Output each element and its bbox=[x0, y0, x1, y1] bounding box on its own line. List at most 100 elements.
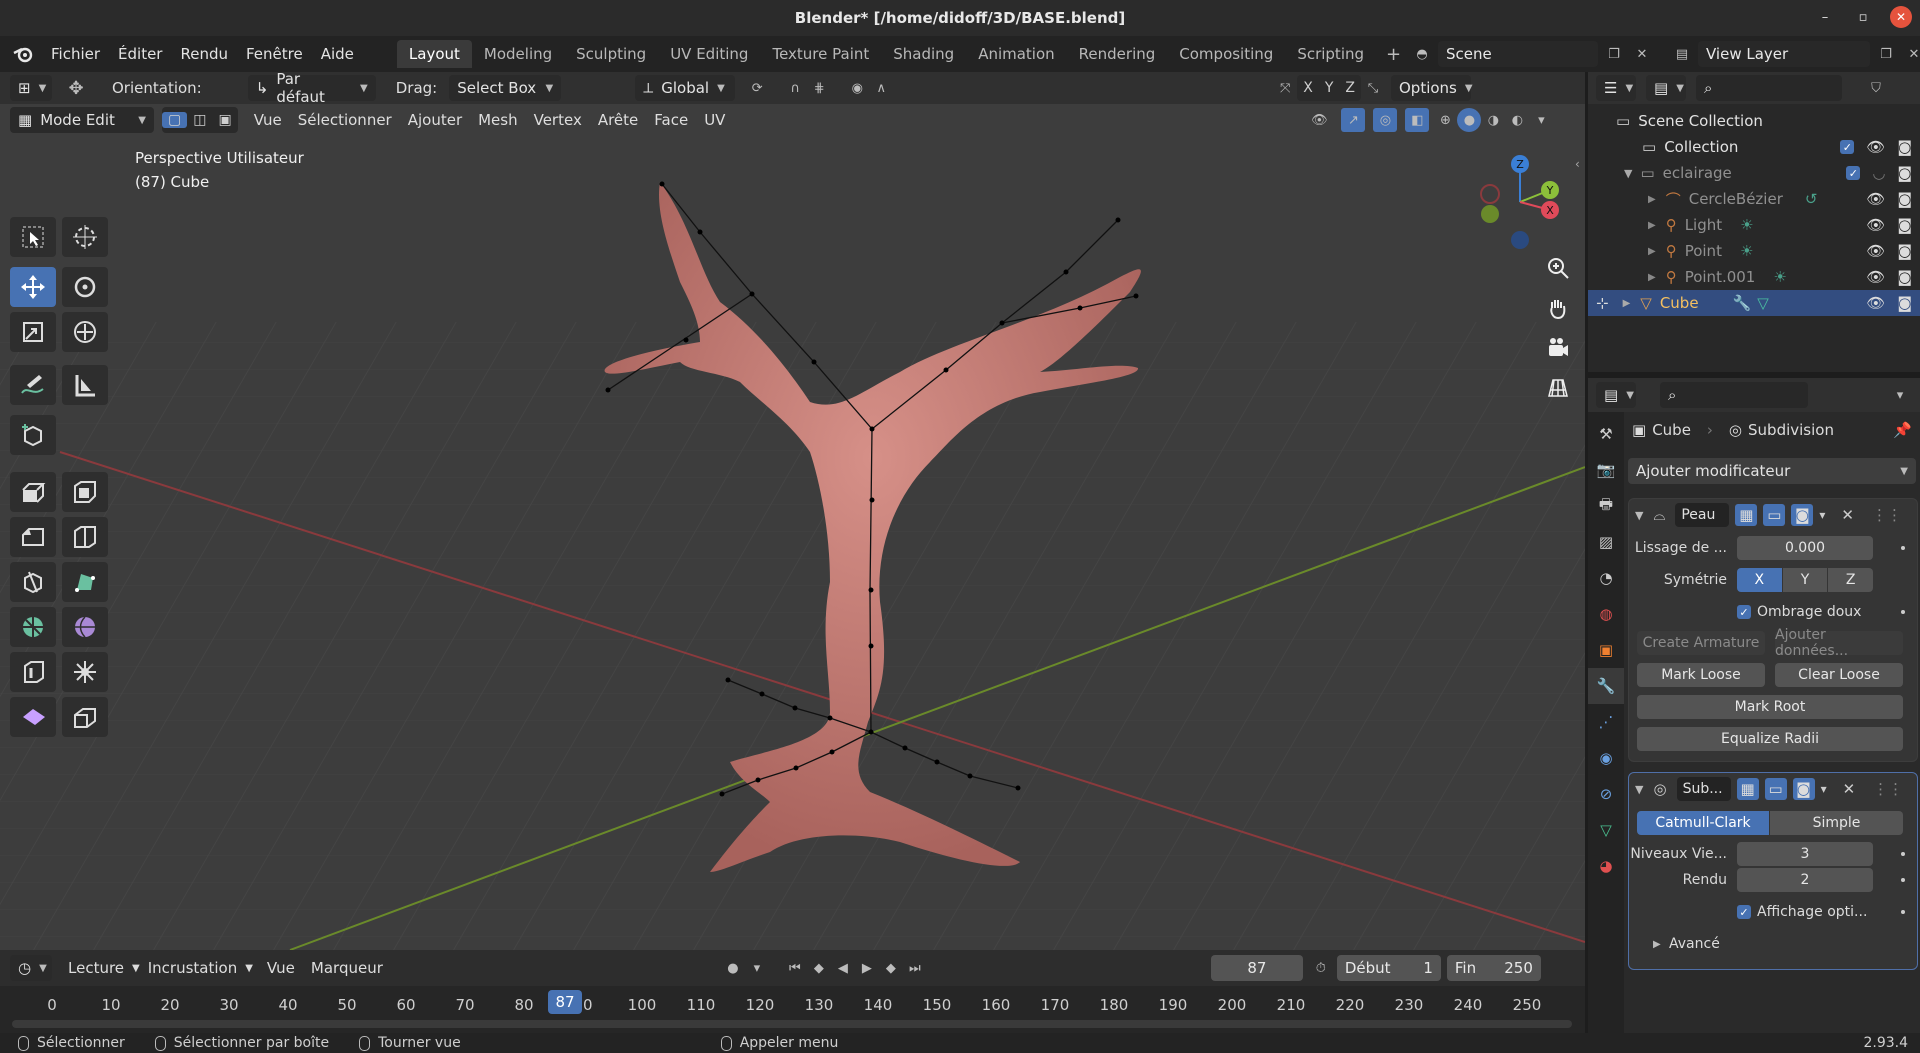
menu-mesh[interactable]: Mesh bbox=[470, 111, 526, 129]
measure-tool[interactable] bbox=[62, 365, 108, 405]
transform-tool[interactable] bbox=[62, 312, 108, 352]
menu-rendu[interactable]: Rendu bbox=[171, 45, 237, 63]
jump-end-icon[interactable]: ⏭ bbox=[903, 956, 927, 980]
outliner-search-input[interactable]: ⌕ bbox=[1696, 75, 1842, 101]
edge-select-icon[interactable]: ◫ bbox=[187, 112, 212, 128]
timeline-editor-type[interactable]: ◷ ▼ bbox=[10, 955, 52, 981]
add-modifier-dropdown[interactable]: Ajouter modificateur ▼ bbox=[1628, 458, 1916, 484]
collapse-icon[interactable]: ▼ bbox=[1635, 509, 1643, 522]
menu-arete[interactable]: Arête bbox=[590, 111, 646, 129]
edit-mode-indicator-icon[interactable]: ⊹ bbox=[1596, 294, 1609, 312]
modifier-menu-icon[interactable]: ▾ bbox=[1821, 782, 1827, 796]
scale-tool[interactable] bbox=[10, 312, 56, 352]
visibility-icon[interactable]: 👁 bbox=[1307, 108, 1331, 132]
symmetry-z-toggle[interactable]: Z bbox=[1828, 568, 1873, 592]
cursor-tool[interactable] bbox=[62, 217, 108, 257]
end-frame-field[interactable]: Fin 250 bbox=[1446, 955, 1541, 981]
blender-logo-icon[interactable] bbox=[10, 41, 36, 67]
data-tab-icon[interactable]: ▽ bbox=[1588, 812, 1624, 848]
maximize-icon[interactable]: ▫ bbox=[1852, 6, 1874, 28]
properties-search-input[interactable]: ⌕ bbox=[1660, 382, 1808, 408]
remove-scene-icon[interactable]: ✕ bbox=[1630, 42, 1654, 66]
material-tab-icon[interactable]: ◕ bbox=[1588, 848, 1624, 884]
outliner-row-light[interactable]: ▶ ⚲ Light ☀ 👁 ◙ bbox=[1588, 212, 1920, 238]
outliner-row-eclairage[interactable]: ▼ ▭ eclairage ✓ ◡ ◙ bbox=[1588, 160, 1920, 186]
expand-icon[interactable]: ▶ bbox=[1653, 939, 1661, 950]
catmull-clark-toggle[interactable]: Catmull-Clark bbox=[1637, 811, 1769, 835]
tab-texture-paint[interactable]: Texture Paint bbox=[760, 40, 881, 68]
loop-cut-tool[interactable] bbox=[62, 517, 108, 557]
eye-icon[interactable]: 👁 bbox=[1866, 294, 1885, 312]
scene-icon[interactable]: ◓ bbox=[1410, 42, 1434, 66]
menu-fenetre[interactable]: Fenêtre bbox=[237, 45, 312, 63]
xray-toggle-icon[interactable]: ◧ bbox=[1405, 108, 1430, 132]
rendered-shading-icon[interactable]: ◐ bbox=[1505, 108, 1529, 132]
render-levels-field[interactable]: 2 bbox=[1737, 868, 1873, 892]
tool-tab-icon[interactable]: ⚒ bbox=[1588, 416, 1624, 452]
equalize-radii-button[interactable]: Equalize Radii bbox=[1637, 727, 1903, 751]
stopwatch-icon[interactable]: ⏱ bbox=[1309, 956, 1333, 980]
expand-icon[interactable]: ▶ bbox=[1648, 194, 1656, 205]
falloff-icon[interactable]: ∧ bbox=[869, 76, 893, 100]
prev-keyframe-icon[interactable]: ◆ bbox=[807, 956, 831, 980]
menu-marqueur[interactable]: Marqueur bbox=[303, 959, 391, 977]
properties-editor-type[interactable]: ▤ ▼ bbox=[1596, 382, 1636, 408]
select-box-tool[interactable] bbox=[10, 217, 56, 257]
gizmo-toggle-icon[interactable]: ↗ bbox=[1341, 108, 1366, 132]
optimal-display-checkbox[interactable]: ✓ bbox=[1737, 905, 1751, 919]
smooth-field[interactable]: 0.000 bbox=[1737, 536, 1873, 560]
play-icon[interactable]: ▶ bbox=[855, 956, 879, 980]
outliner-row-point-001[interactable]: ▶ ⚲ Point.001 ☀ 👁 ◙ bbox=[1588, 264, 1920, 290]
pin-icon[interactable]: 📌 bbox=[1893, 421, 1912, 439]
modifier-menu-icon[interactable]: ▾ bbox=[1819, 508, 1825, 522]
keyframe-dot[interactable] bbox=[1901, 610, 1905, 614]
next-keyframe-icon[interactable]: ◆ bbox=[879, 956, 903, 980]
menu-incrustation[interactable]: Incrustation bbox=[140, 959, 245, 977]
sidebar-toggle-icon[interactable]: ‹ bbox=[1575, 157, 1580, 171]
spin-tool[interactable] bbox=[10, 607, 56, 647]
viewport-toggle-icon[interactable]: ▭ bbox=[1764, 778, 1787, 800]
remove-modifier-icon[interactable]: ✕ bbox=[1843, 780, 1856, 798]
options-dropdown[interactable]: Options ▼ bbox=[1390, 75, 1473, 101]
bevel-tool[interactable] bbox=[10, 517, 56, 557]
render-toggle-icon[interactable]: ◙ bbox=[1792, 778, 1815, 800]
menu-timeline-vue[interactable]: Vue bbox=[259, 959, 303, 977]
mode-dropdown[interactable]: ▦ Mode Edit ▼ bbox=[10, 107, 154, 133]
tab-modeling[interactable]: Modeling bbox=[472, 40, 564, 68]
include-checkbox[interactable]: ✓ bbox=[1840, 140, 1855, 154]
eye-icon[interactable]: 👁 bbox=[1866, 242, 1885, 260]
mark-root-button[interactable]: Mark Root bbox=[1637, 695, 1903, 719]
physics-tab-icon[interactable]: ◉ bbox=[1588, 740, 1624, 776]
menu-face[interactable]: Face bbox=[646, 111, 696, 129]
view-layer-icon[interactable]: ▤ bbox=[1670, 42, 1694, 66]
tab-sculpting[interactable]: Sculpting bbox=[564, 40, 658, 68]
perspective-toggle-icon[interactable] bbox=[1540, 370, 1576, 406]
advanced-subpanel[interactable]: ▶ Avancé bbox=[1629, 931, 1919, 957]
filter-icon[interactable]: ⛉ bbox=[1864, 76, 1888, 100]
3d-viewport[interactable]: Perspective Utilisateur (87) Cube Z Y X … bbox=[0, 72, 1585, 950]
scene-field[interactable]: Scene bbox=[1438, 41, 1598, 67]
transform-gizmo-icon[interactable]: ✥ bbox=[64, 76, 88, 100]
auto-merge-icon[interactable]: ⤡ bbox=[1361, 76, 1385, 100]
tab-uv-editing[interactable]: UV Editing bbox=[658, 40, 760, 68]
menu-vertex[interactable]: Vertex bbox=[526, 111, 590, 129]
drag-dropdown[interactable]: Select Box ▼ bbox=[449, 75, 562, 101]
symmetry-y-toggle[interactable]: Y bbox=[1782, 568, 1828, 592]
keyframe-dot[interactable] bbox=[1901, 910, 1905, 914]
smooth-shading-checkbox[interactable]: ✓ bbox=[1737, 605, 1751, 619]
object-tab-icon[interactable]: ▣ bbox=[1588, 632, 1624, 668]
camera-view-icon[interactable] bbox=[1540, 330, 1576, 366]
outliner-row-point[interactable]: ▶ ⚲ Point ☀ 👁 ◙ bbox=[1588, 238, 1920, 264]
skin-modifier-name[interactable]: Peau bbox=[1675, 503, 1730, 527]
current-frame-field[interactable]: 87 bbox=[1210, 955, 1303, 981]
material-shading-icon[interactable]: ◑ bbox=[1481, 108, 1505, 132]
keying-icon[interactable]: ▾ bbox=[745, 956, 769, 980]
camera-icon[interactable]: ◙ bbox=[1897, 216, 1912, 234]
menu-fichier[interactable]: Fichier bbox=[42, 45, 109, 63]
mirror-x-toggle[interactable]: X bbox=[1297, 80, 1319, 96]
outliner-row-collection[interactable]: ▭ Collection ✓ 👁 ◙ bbox=[1588, 134, 1920, 160]
timeline-scrollbar[interactable] bbox=[12, 1020, 1572, 1028]
proportional-edit-icon[interactable]: ◉ bbox=[845, 76, 869, 100]
keyframe-dot[interactable] bbox=[1901, 852, 1905, 856]
create-armature-button[interactable]: Create Armature bbox=[1637, 631, 1765, 655]
